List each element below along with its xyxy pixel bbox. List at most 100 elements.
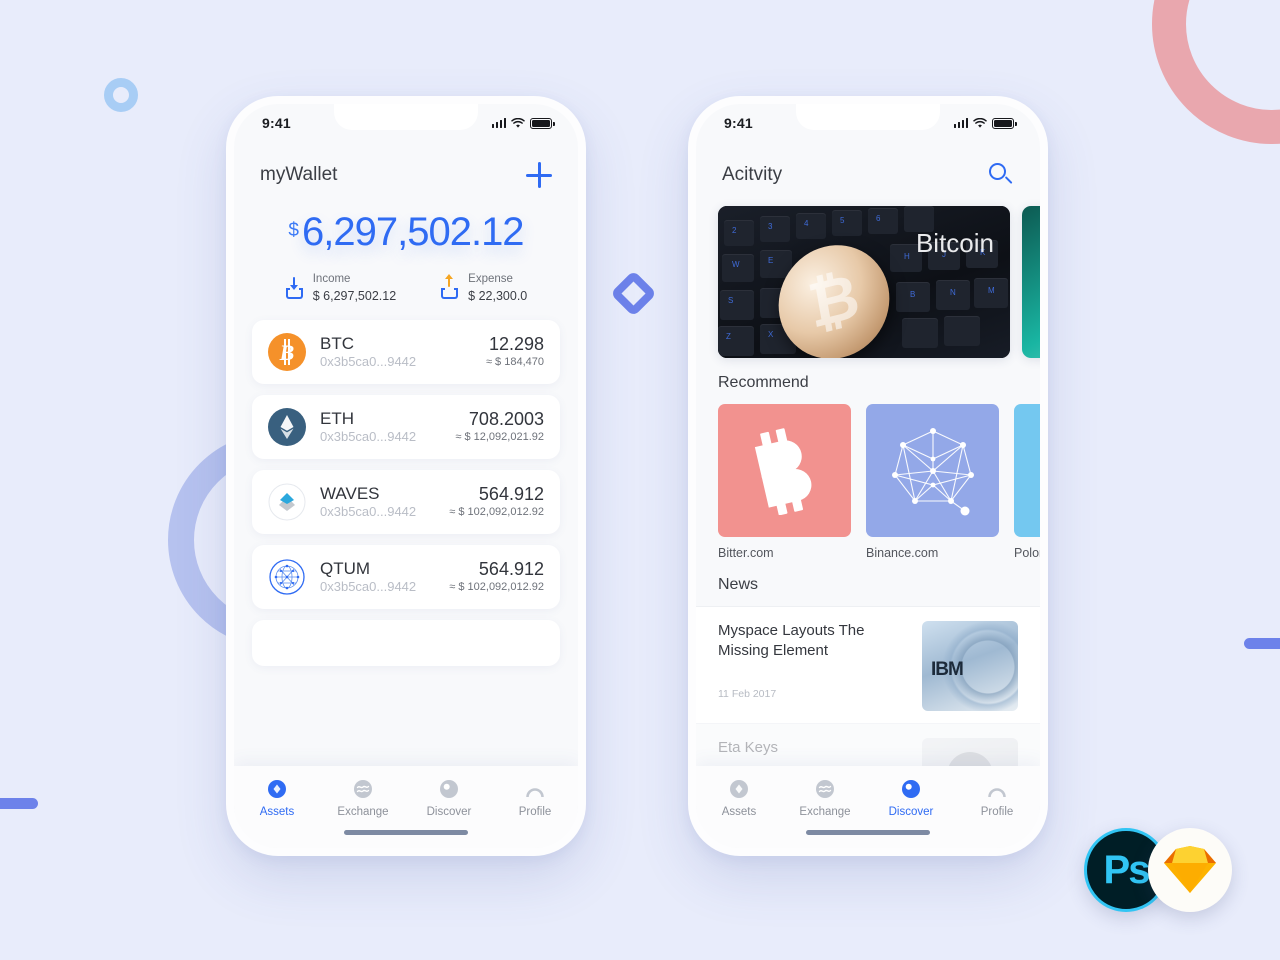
- list-item[interactable]: Binance.com: [866, 404, 999, 560]
- discover-app-bar: Acitvity: [696, 142, 1040, 192]
- asset-fiat: ≈ $ 12,092,021.92: [455, 431, 544, 444]
- news-date: 11 Feb 2017: [718, 687, 777, 700]
- tab-discover[interactable]: Discover: [406, 778, 492, 818]
- assets-body: myWallet $ 6,297,502.12 Income $ 6,297,5…: [234, 142, 578, 848]
- asset-quantity: 12.298: [488, 334, 544, 355]
- asset-address: 0x3b5ca0...9442: [320, 429, 417, 445]
- balance-section: $ 6,297,502.12 Income $ 6,297,502.12 Exp…: [234, 192, 578, 304]
- tab-label: Discover: [888, 806, 934, 818]
- table-row[interactable]: ETH 0x3b5ca0...9442 708.2003 ≈ $ 12,092,…: [252, 395, 560, 460]
- tab-label: Exchange: [337, 806, 389, 818]
- asset-symbol: ETH: [320, 409, 354, 429]
- asset-address: 0x3b5ca0...9442: [320, 354, 417, 370]
- recommend-name: Polonie: [1014, 546, 1040, 560]
- discover-circle-icon: [900, 778, 922, 800]
- asset-address: 0x3b5ca0...9442: [320, 579, 417, 595]
- home-indicator: [806, 830, 930, 835]
- asset-list: B BTC 0x3b5ca0...9442 12.298 ≈ $ 184,470: [234, 320, 578, 667]
- arrow-up-tray-icon: [440, 274, 460, 300]
- table-row[interactable]: [252, 620, 560, 667]
- table-row[interactable]: WAVES 0x3b5ca0...9442 564.912 ≈ $ 102,09…: [252, 470, 560, 535]
- discover-circle-icon: [438, 778, 460, 800]
- star-icon: [1014, 404, 1040, 537]
- tab-assets[interactable]: Assets: [696, 778, 782, 818]
- asset-quantity: 564.912: [478, 559, 544, 580]
- income-block: Income $ 6,297,502.12: [285, 272, 396, 304]
- qtum-coin-icon: [268, 558, 306, 596]
- bitcoin-b-icon: [718, 404, 851, 537]
- status-icons: [491, 117, 555, 129]
- phone-assets-screen: 9:41 myWallet $ 6,297,502.12 Income $ 6,…: [226, 96, 586, 856]
- news-heading: News: [718, 576, 759, 593]
- table-row[interactable]: QTUM 0x3b5ca0...9442 564.912 ≈ $ 102,092…: [252, 545, 560, 610]
- discover-screen: 9:41 Acitvity W E S Z X H J K B N M 2 3 …: [696, 104, 1040, 848]
- table-row[interactable]: B BTC 0x3b5ca0...9442 12.298 ≈ $ 184,470: [252, 320, 560, 385]
- list-item[interactable]: Bitter.com: [718, 404, 851, 560]
- asset-fiat: ≈ $ 102,092,012.92: [449, 581, 544, 594]
- status-icons: [953, 117, 1017, 129]
- tab-discover[interactable]: Discover: [868, 778, 954, 818]
- status-time: 9:41: [724, 115, 753, 131]
- tab-label: Assets: [721, 806, 757, 818]
- balance-amount: 6,297,502.12: [302, 210, 525, 254]
- waves-coin-icon: [268, 483, 306, 521]
- discover-tab-bar: Assets Exchange Discover Profile: [696, 766, 1040, 848]
- expense-block: Expense $ 22,300.0: [440, 272, 527, 304]
- tab-profile[interactable]: Profile: [492, 778, 578, 818]
- wifi-icon: [973, 117, 987, 128]
- status-time: 9:41: [262, 115, 291, 131]
- exchange-waves-icon: [352, 778, 374, 800]
- banner-caption: Bitcoin: [915, 228, 994, 258]
- page-title: Acitvity: [722, 164, 783, 185]
- battery-full-icon: [530, 117, 555, 129]
- tab-exchange[interactable]: Exchange: [782, 778, 868, 818]
- asset-symbol: WAVES: [320, 484, 380, 504]
- banner-carousel[interactable]: W E S Z X H J K B N M 2 3 4 5 6 ₿ Bitcoi…: [696, 192, 1040, 358]
- currency-symbol: $: [288, 220, 299, 241]
- plus-icon[interactable]: [526, 162, 552, 188]
- asset-address: 0x3b5ca0...9442: [320, 504, 417, 520]
- tab-label: Exchange: [799, 806, 851, 818]
- decorative-blue-ring: [104, 78, 138, 112]
- banner-bitcoin[interactable]: W E S Z X H J K B N M 2 3 4 5 6 ₿ Bitcoi…: [718, 206, 1010, 358]
- profile-person-icon: [524, 778, 546, 800]
- asset-fiat: ≈ $ 184,470: [485, 356, 544, 369]
- cellular-signal-icon: [491, 118, 506, 128]
- cellular-signal-icon: [953, 118, 968, 128]
- search-icon[interactable]: [988, 162, 1014, 188]
- canvas: 9:41 myWallet $ 6,297,502.12 Income $ 6,…: [0, 0, 1280, 960]
- asset-symbol: BTC: [320, 334, 354, 354]
- news-title: Myspace Layouts The Missing Element: [718, 622, 865, 660]
- tab-label: Profile: [518, 806, 552, 818]
- news-title: Eta Keys: [718, 739, 779, 756]
- decorative-diamond: [610, 270, 657, 317]
- decorative-pink-ring: [1152, 0, 1280, 144]
- list-item[interactable]: Polonie: [1014, 404, 1040, 560]
- assets-app-bar: myWallet: [234, 142, 578, 192]
- assets-screen: 9:41 myWallet $ 6,297,502.12 Income $ 6,…: [234, 104, 578, 848]
- flow-row: Income $ 6,297,502.12 Expense $ 22,300.0: [234, 272, 578, 304]
- income-value: $ 6,297,502.12: [312, 288, 397, 303]
- recommend-row: Bitter.com Binance.com Polo: [696, 404, 1040, 560]
- bitcoin-coin-icon: B: [268, 333, 306, 372]
- balance-row: $ 6,297,502.12: [288, 210, 525, 254]
- status-bar: 9:41: [696, 104, 1040, 142]
- home-indicator: [344, 830, 468, 835]
- photoshop-label: Ps: [1103, 847, 1151, 892]
- phone-discover-screen: 9:41 Acitvity W E S Z X H J K B N M 2 3 …: [688, 96, 1048, 856]
- sketch-diamond-icon: [1148, 828, 1232, 912]
- list-item[interactable]: Myspace Layouts The Missing Element 11 F…: [696, 606, 1040, 723]
- tab-assets[interactable]: Assets: [234, 778, 320, 818]
- news-thumbnail: IBM: [922, 621, 1018, 711]
- page-title: myWallet: [260, 164, 338, 185]
- battery-full-icon: [992, 117, 1017, 129]
- status-bar: 9:41: [234, 104, 578, 142]
- assets-diamond-icon: [728, 778, 750, 800]
- tab-exchange[interactable]: Exchange: [320, 778, 406, 818]
- banner-next[interactable]: [1022, 206, 1040, 358]
- asset-fiat: ≈ $ 102,092,012.92: [449, 506, 544, 519]
- assets-diamond-icon: [266, 778, 288, 800]
- tab-profile[interactable]: Profile: [954, 778, 1040, 818]
- exchange-waves-icon: [814, 778, 836, 800]
- tab-label: Assets: [259, 806, 295, 818]
